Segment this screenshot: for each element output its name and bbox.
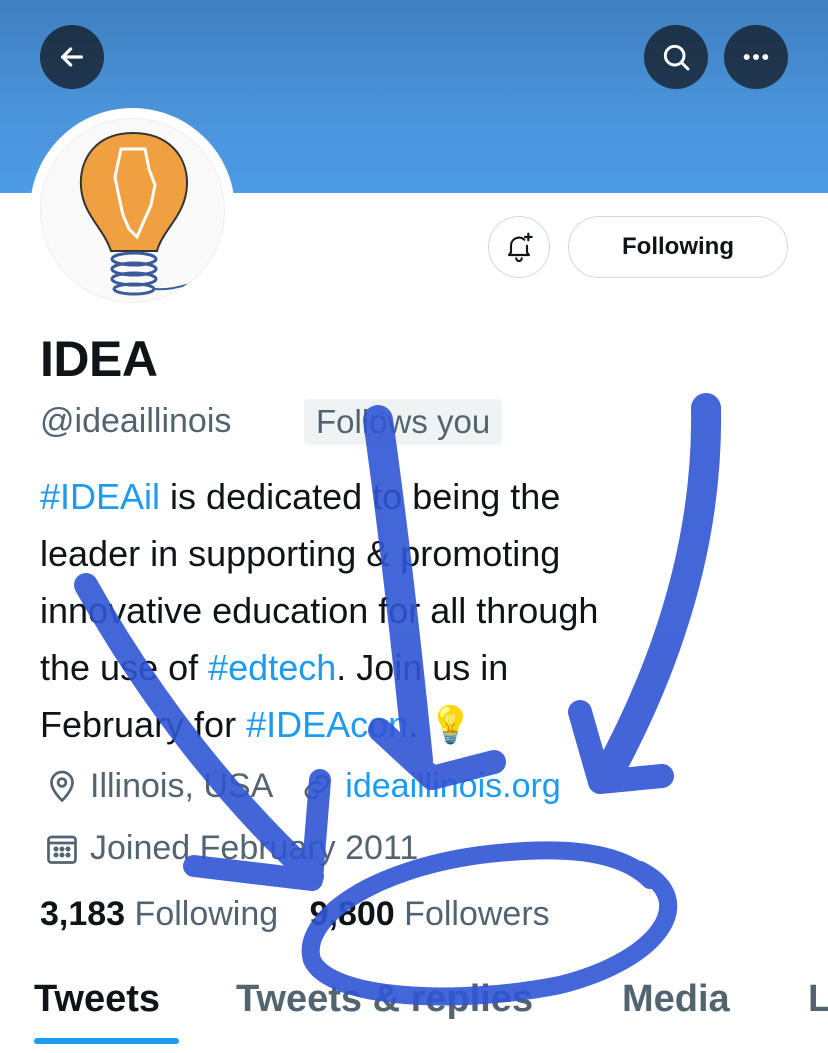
hashtag-link[interactable]: #IDEAcon bbox=[246, 704, 408, 745]
link-icon bbox=[299, 769, 335, 805]
calendar-icon bbox=[44, 831, 80, 867]
profile-bio: #IDEAil is dedicated to being the leader… bbox=[40, 476, 599, 745]
tab-tweets[interactable]: Tweets bbox=[34, 978, 160, 1021]
notification-bell-plus-icon bbox=[507, 232, 533, 262]
notification-bell-button[interactable] bbox=[488, 216, 550, 278]
following-button[interactable]: Following bbox=[568, 216, 788, 278]
location-row: Illinois, USA ideaillinois.org bbox=[44, 767, 561, 806]
follow-stats: 3,183 Following 9,800 Followers bbox=[40, 895, 550, 934]
profile-name: IDEA bbox=[40, 331, 158, 387]
joined-text: Joined February 2011 bbox=[90, 829, 419, 867]
active-tab-indicator bbox=[34, 1038, 179, 1044]
location-text: Illinois, USA bbox=[90, 767, 274, 805]
profile-handle: @ideaillinois bbox=[40, 402, 232, 440]
search-button[interactable] bbox=[644, 25, 708, 89]
website-link[interactable]: ideaillinois.org bbox=[345, 767, 560, 806]
profile-tabs: Tweets Tweets & replies Media L bbox=[0, 968, 828, 1053]
back-button[interactable] bbox=[40, 25, 104, 89]
followers-stat[interactable]: 9,800 Followers bbox=[310, 895, 550, 933]
tab-media[interactable]: Media bbox=[622, 978, 730, 1021]
hashtag-link[interactable]: #IDEAil bbox=[40, 476, 160, 517]
more-button[interactable] bbox=[724, 25, 788, 89]
following-stat[interactable]: 3,183 Following bbox=[40, 895, 278, 933]
lightbulb-logo-icon bbox=[79, 131, 220, 296]
tab-likes[interactable]: L bbox=[808, 978, 828, 1021]
tab-tweets-and-replies[interactable]: Tweets & replies bbox=[236, 978, 533, 1021]
hashtag-link[interactable]: #edtech bbox=[208, 647, 336, 688]
follows-you-badge: Follows you bbox=[304, 399, 503, 445]
location-pin-icon bbox=[44, 769, 80, 805]
avatar[interactable] bbox=[30, 108, 235, 313]
search-icon bbox=[663, 44, 690, 71]
more-horizontal-icon bbox=[743, 54, 769, 60]
arrow-left-icon bbox=[61, 47, 83, 67]
joined-row: Joined February 2011 bbox=[44, 829, 418, 868]
